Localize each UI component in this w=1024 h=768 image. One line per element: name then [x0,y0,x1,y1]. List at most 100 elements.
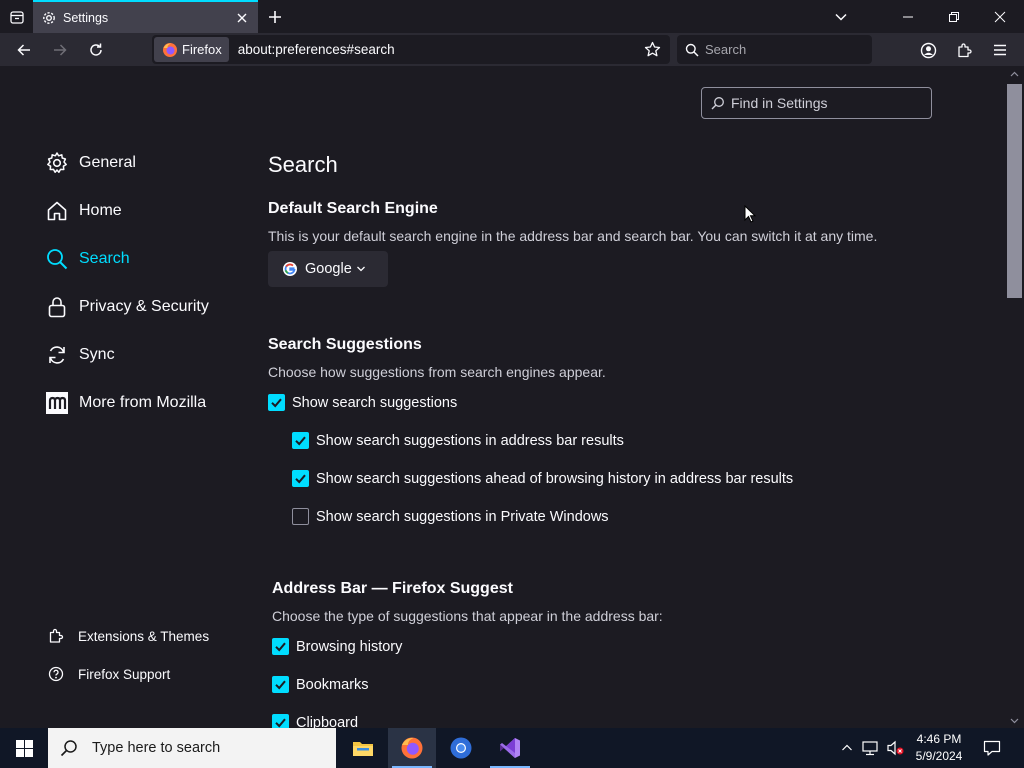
scroll-down-button[interactable] [1005,712,1024,728]
checkbox-checked [272,676,289,693]
url-input[interactable]: about:preferences#search [238,42,638,57]
find-in-settings-input[interactable]: Find in Settings [701,87,932,119]
scroll-up-button[interactable] [1005,66,1024,82]
reload-button[interactable] [82,36,110,64]
volume-button[interactable] [884,728,906,768]
checkbox-checked [292,470,309,487]
taskbar-file-explorer[interactable] [339,728,387,768]
windows-logo-icon [15,739,33,757]
suggestions-private-windows-checkbox[interactable]: Show search suggestions in Private Windo… [292,508,609,525]
help-icon [46,664,66,684]
restore-icon [949,11,959,22]
category-label: Sync [79,346,115,363]
account-icon [920,42,936,58]
search-suggestions-description: Choose how suggestions from search engin… [268,364,606,380]
search-icon [44,246,70,272]
windows-taskbar: Type here to search 4:46 PM 5/9/2024 [0,728,1024,768]
chevron-up-icon [842,744,852,751]
category-home[interactable]: Home [44,195,122,227]
chevron-up-icon [1010,71,1019,76]
show-hidden-icons-button[interactable] [838,728,856,768]
settings-page: Find in Settings General Home Search Pri… [0,66,1024,728]
extensions-button[interactable] [950,36,978,64]
arrow-left-icon [17,44,30,56]
taskbar-chrome[interactable] [437,728,485,768]
taskbar-search-box[interactable]: Type here to search [48,728,336,768]
search-bar[interactable]: Search [677,35,872,64]
chromium-icon [450,737,472,759]
restore-button[interactable] [931,0,977,33]
bookmarks-checkbox[interactable]: Bookmarks [272,676,369,693]
plus-icon [269,11,281,23]
default-engine-dropdown[interactable]: Google [268,251,388,287]
checkbox-checked [268,394,285,411]
taskbar-clock[interactable]: 4:46 PM 5/9/2024 [906,731,972,765]
google-icon [283,262,297,276]
category-general[interactable]: General [44,147,136,179]
address-bar-suggest-description: Choose the type of suggestions that appe… [272,608,663,624]
firefox-logo-icon [401,737,423,759]
close-tab-button[interactable] [230,6,254,30]
extensions-themes-link[interactable]: Extensions & Themes [46,624,209,648]
category-sync[interactable]: Sync [44,339,115,371]
checkbox-label: Show search suggestions in address bar r… [316,432,624,449]
search-icon [685,43,699,57]
close-window-button[interactable] [977,0,1023,33]
browsing-history-checkbox[interactable]: Browsing history [272,638,402,655]
address-bar[interactable]: Firefox about:preferences#search [152,35,670,64]
default-engine-heading: Default Search Engine [268,200,438,217]
search-icon [711,97,724,110]
identity-box[interactable]: Firefox [154,37,229,62]
category-label: Home [79,202,122,219]
taskbar-search-placeholder: Type here to search [92,740,221,756]
visual-studio-icon [500,738,520,758]
firefox-support-link[interactable]: Firefox Support [46,662,170,686]
checkbox-checked [292,432,309,449]
category-label: Search [79,250,130,267]
tab-title: Settings [63,10,109,25]
suggestions-ahead-of-history-checkbox[interactable]: Show search suggestions ahead of browsin… [292,470,793,487]
account-button[interactable] [914,36,942,64]
tabs-menu-button[interactable] [828,4,854,30]
category-more-from-mozilla[interactable]: More from Mozilla [44,387,206,419]
taskbar-visual-studio[interactable] [486,728,534,768]
folder-icon [353,742,373,756]
app-menu-button[interactable] [986,36,1014,64]
category-search[interactable]: Search [44,243,130,275]
forward-button[interactable] [46,36,74,64]
puzzle-icon [46,626,66,646]
scrollbar-thumb[interactable] [1007,84,1022,298]
lock-icon [44,294,70,320]
category-label: Privacy & Security [79,298,209,315]
page-scrollbar[interactable] [1005,66,1024,728]
close-icon [994,11,1006,22]
show-search-suggestions-checkbox[interactable]: Show search suggestions [268,394,457,411]
volume-muted-icon [887,740,904,756]
list-all-tabs-button[interactable] [0,0,33,33]
start-button[interactable] [0,728,48,768]
tab-settings[interactable]: Settings [33,0,258,33]
category-label: More from Mozilla [79,394,207,411]
checkbox-label: Bookmarks [296,676,369,693]
bookmark-star-button[interactable] [638,36,666,64]
checkbox-label: Browsing history [296,638,403,655]
clock-date: 5/9/2024 [915,749,963,763]
checkbox-label: Show search suggestions ahead of browsin… [316,470,794,487]
notifications-button[interactable] [978,728,1006,768]
category-privacy-security[interactable]: Privacy & Security [44,291,209,323]
page-title: Search [268,152,338,177]
minimize-icon [903,16,913,17]
reload-icon [90,43,102,56]
back-button[interactable] [10,36,38,64]
taskbar-firefox[interactable] [388,728,436,768]
network-status-button[interactable] [858,728,882,768]
navigation-toolbar: Firefox about:preferences#search Search [0,33,1024,66]
default-engine-value: Google [305,261,352,277]
suggestions-in-address-bar-checkbox[interactable]: Show search suggestions in address bar r… [292,432,624,449]
new-tab-button[interactable] [262,4,288,30]
clipboard-checkbox[interactable]: Clipboard [272,714,358,728]
minimize-button[interactable] [885,0,931,33]
home-icon [44,198,70,224]
address-bar-suggest-heading: Address Bar — Firefox Suggest [272,580,513,597]
puzzle-icon [957,42,972,57]
